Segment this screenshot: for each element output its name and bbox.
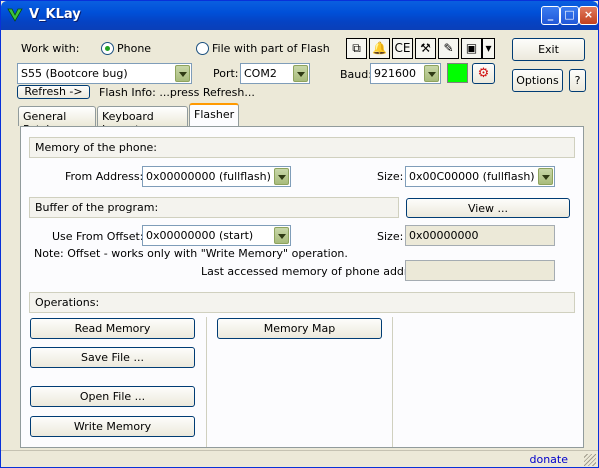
chevron-down-icon[interactable] — [293, 65, 308, 82]
work-with-label: Work with: — [21, 42, 80, 55]
help-button[interactable]: ? — [569, 69, 586, 92]
window-title: V_KLay — [29, 7, 81, 22]
file-radio-label[interactable]: File with part of Flash — [212, 42, 330, 55]
port-label: Port: — [213, 67, 239, 80]
edit-icon[interactable]: ✎ — [438, 38, 459, 59]
last-accessed-label: Last accessed memory of phone address: — [201, 265, 431, 278]
resize-grip-icon[interactable] — [584, 454, 596, 466]
baud-label: Baud: — [340, 68, 372, 81]
chevron-down-icon[interactable] — [274, 227, 289, 244]
phone-radio-label[interactable]: Phone — [117, 42, 151, 55]
memory-size-label: Size: — [377, 170, 404, 183]
buffer-group-header: Buffer of the program: — [29, 197, 399, 218]
flasher-panel: Memory of the phone: From Address: 0x000… — [20, 126, 584, 448]
memory-size-select[interactable]: 0x00C00000 (fullflash) — [405, 166, 555, 187]
app-window: V_KLay _ □ × Work with: Phone File with … — [0, 0, 599, 468]
write-memory-button[interactable]: Write Memory — [30, 416, 195, 437]
refresh-button[interactable]: Refresh -> — [17, 85, 90, 99]
stop-gear-icon[interactable]: ⚙ — [472, 63, 495, 84]
memory-size-value: 0x00C00000 (fullflash) — [409, 170, 535, 183]
phone-model-value: S55 (Bootcore bug) — [21, 67, 128, 80]
offset-note: Note: Offset - works only with "Write Me… — [34, 247, 348, 260]
chevron-down-icon[interactable] — [424, 65, 439, 82]
buffer-size-field: 0x00000000 — [405, 225, 555, 246]
baud-value: 921600 — [374, 67, 416, 80]
connection-status-indicator — [447, 63, 468, 83]
view-button[interactable]: View ... — [406, 198, 570, 218]
window-icon[interactable]: ▣ — [461, 38, 482, 59]
from-address-select[interactable]: 0x00000000 (fullflash) — [142, 166, 291, 187]
tab-keyboard-layout[interactable]: Keyboard Layout — [97, 106, 188, 136]
save-file-button[interactable]: Save File ... — [30, 347, 195, 368]
from-address-label: From Address: — [65, 170, 144, 183]
offset-value: 0x00000000 (start) — [146, 229, 254, 242]
tab-flasher[interactable]: Flasher — [189, 103, 239, 126]
app-logo-icon — [7, 8, 23, 22]
offset-select[interactable]: 0x00000000 (start) — [142, 225, 291, 246]
phone-radio[interactable] — [101, 42, 114, 55]
open-file-button[interactable]: Open File ... — [30, 386, 195, 407]
options-button[interactable]: Options — [512, 69, 563, 92]
port-value: COM2 — [244, 67, 277, 80]
chevron-down-icon[interactable] — [175, 65, 190, 82]
maximize-button[interactable]: □ — [560, 6, 579, 25]
phone-model-select[interactable]: S55 (Bootcore bug) — [17, 63, 192, 84]
read-memory-button[interactable]: Read Memory — [30, 318, 195, 339]
operations-group-header: Operations: — [29, 292, 575, 313]
port-select[interactable]: COM2 — [240, 63, 310, 84]
copy-icon[interactable]: ⧉ — [346, 38, 367, 59]
tools-icon[interactable]: ⚒ — [415, 38, 436, 59]
donate-link[interactable]: donate — [529, 453, 568, 466]
memory-map-button[interactable]: Memory Map — [217, 318, 382, 339]
title-bar[interactable]: V_KLay _ □ × — [1, 1, 598, 30]
buffer-size-label: Size: — [377, 230, 404, 243]
chevron-down-icon[interactable] — [538, 168, 553, 185]
chevron-down-icon[interactable] — [274, 168, 289, 185]
dropdown-arrow-icon[interactable]: ▾ — [482, 38, 495, 59]
ce-icon[interactable]: CE — [392, 38, 413, 59]
operations-divider-right — [392, 317, 393, 447]
file-radio[interactable] — [196, 42, 209, 55]
memory-group-header: Memory of the phone: — [29, 137, 575, 158]
close-button[interactable]: × — [579, 6, 598, 25]
flash-info-text: Flash Info: ...press Refresh... — [99, 86, 255, 99]
last-accessed-field — [405, 260, 555, 281]
from-address-value: 0x00000000 (fullflash) — [146, 170, 271, 183]
operations-divider-left — [206, 317, 207, 447]
bell-icon[interactable]: 🔔 — [369, 38, 390, 59]
offset-label: Use From Offset: — [52, 230, 144, 243]
minimize-button[interactable]: _ — [541, 6, 560, 25]
exit-button[interactable]: Exit — [512, 38, 585, 61]
status-bar: donate — [1, 450, 598, 468]
baud-select[interactable]: 921600 — [370, 63, 441, 84]
tab-general-patch[interactable]: General Patch — [18, 106, 96, 136]
